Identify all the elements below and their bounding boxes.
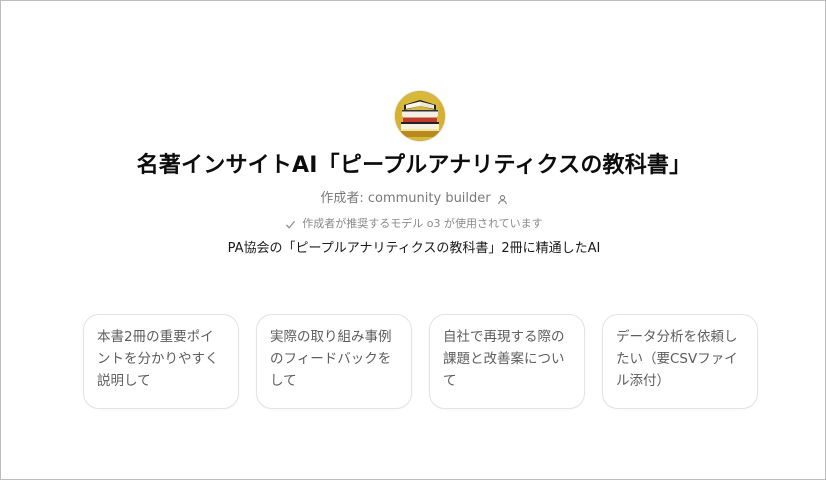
gpt-avatar	[395, 91, 445, 141]
starter-card-2[interactable]: 実際の取り組み事例のフィードバックをして	[256, 314, 412, 409]
model-note-row: 作成者が推奨するモデル o3 が使用されています	[1, 215, 826, 233]
gpt-home-panel: 名著インサイトAI「ピープルアナリティクスの教科書」 作成者: communit…	[0, 0, 826, 480]
author-row: 作成者: community builder	[1, 189, 826, 209]
stacked-books-icon	[395, 91, 445, 141]
starter-card-3[interactable]: 自社で再現する際の課題と改善案について	[429, 314, 585, 409]
person-icon[interactable]	[497, 194, 508, 205]
gpt-description: PA協会の「ピープルアナリティクスの教科書」2冊に精通したAI	[227, 241, 601, 256]
starter-card-1[interactable]: 本書2冊の重要ポイントを分かりやすく説明して	[83, 314, 239, 409]
author-label: 作成者: community builder	[320, 191, 491, 206]
starter-text: 実際の取り組み事例のフィードバックをして	[270, 329, 392, 389]
starter-text: データ分析を依頼したい（要CSVファイル添付）	[616, 329, 738, 389]
starter-card-4[interactable]: データ分析を依頼したい（要CSVファイル添付）	[602, 314, 758, 409]
starter-text: 本書2冊の重要ポイントを分かりやすく説明して	[97, 329, 219, 389]
model-note: 作成者が推奨するモデル o3 が使用されています	[302, 217, 543, 230]
conversation-starters: 本書2冊の重要ポイントを分かりやすく説明して 実際の取り組み事例のフィードバック…	[83, 314, 758, 409]
check-icon	[285, 219, 296, 230]
gpt-title: 名著インサイトAI「ピープルアナリティクスの教科書」	[136, 153, 692, 178]
starter-text: 自社で再現する際の課題と改善案について	[443, 329, 565, 389]
